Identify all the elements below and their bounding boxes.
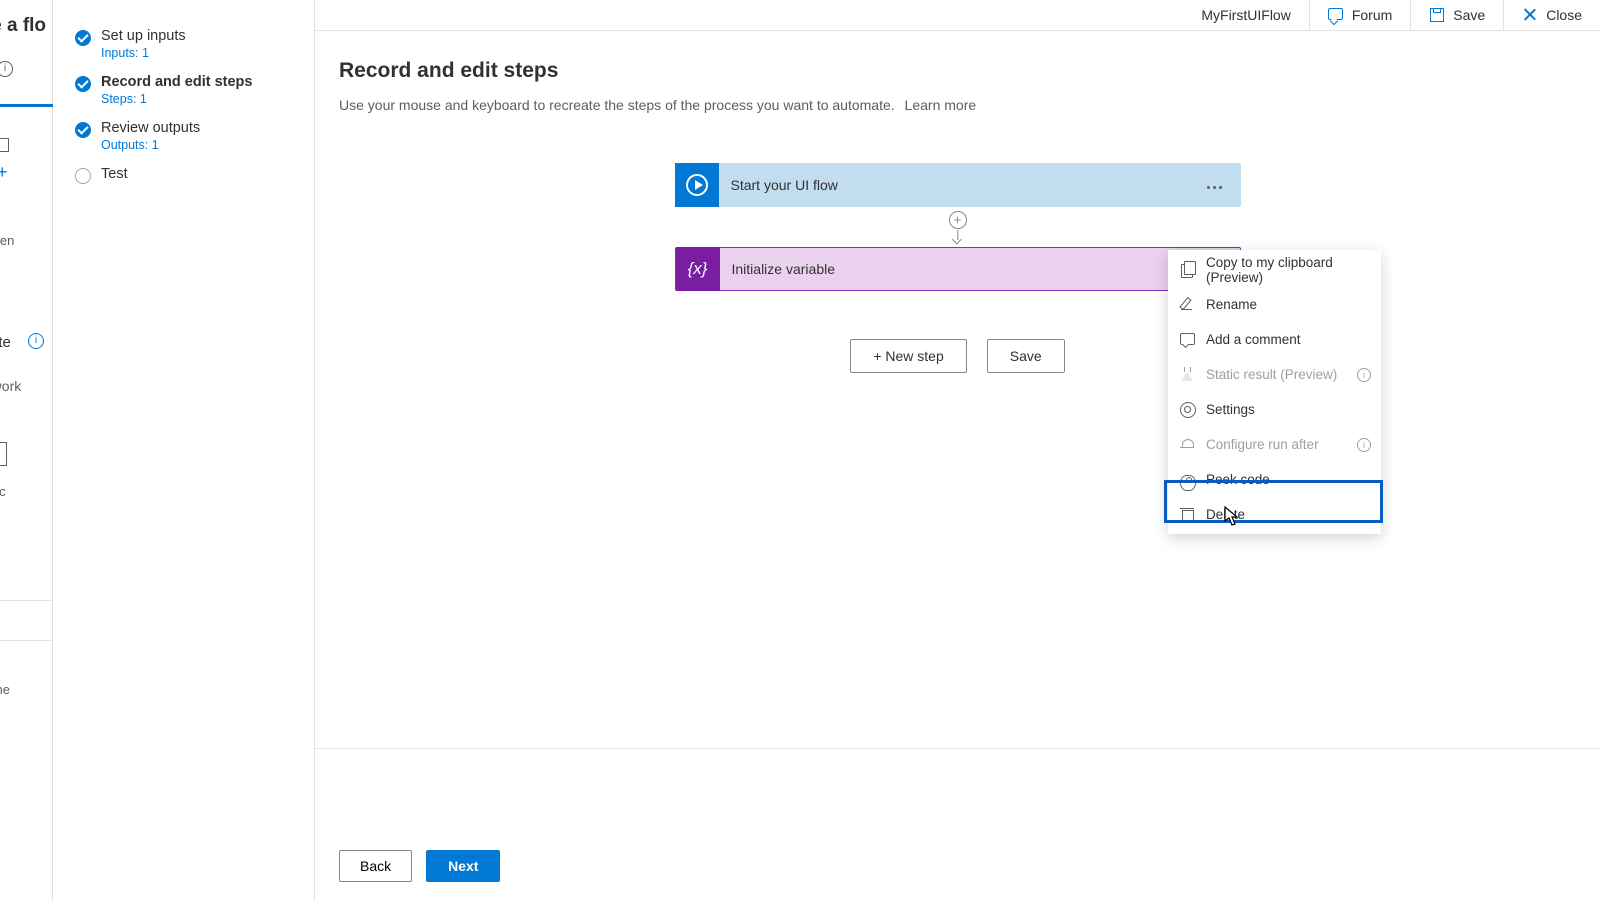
main-content: Record and edit steps Use your mouse and… bbox=[315, 30, 1600, 900]
menu-rename[interactable]: Rename bbox=[1168, 287, 1381, 322]
info-icon: i bbox=[28, 333, 44, 349]
menu-label: Peek code bbox=[1206, 472, 1270, 487]
top-toolbar: MyFirstUIFlow Forum Save Close bbox=[315, 0, 1600, 30]
menu-copy-clipboard[interactable]: Copy to my clipboard (Preview) bbox=[1168, 252, 1381, 287]
save-button[interactable]: Save bbox=[1411, 0, 1504, 30]
step-label: Set up inputs bbox=[101, 28, 298, 44]
step-label: Review outputs bbox=[101, 120, 298, 136]
wizard-step-setup-inputs[interactable]: Set up inputs Inputs: 1 bbox=[53, 22, 314, 68]
page-heading: Record and edit steps bbox=[315, 31, 1600, 83]
pencil-icon bbox=[1180, 297, 1196, 313]
footer-divider bbox=[315, 748, 1600, 749]
action-buttons-row: + New step Save bbox=[315, 339, 1600, 373]
arrow-down-icon bbox=[957, 230, 958, 240]
step-label: Test bbox=[101, 166, 298, 182]
panel-title-fragment: ake a flo bbox=[0, 15, 46, 37]
trash-icon bbox=[1180, 507, 1196, 523]
copy-icon bbox=[1180, 262, 1196, 278]
save-label: Save bbox=[1453, 7, 1485, 23]
action-card-start-ui-flow[interactable]: Start your UI flow bbox=[675, 163, 1241, 207]
forum-button[interactable]: Forum bbox=[1310, 0, 1411, 30]
circle-icon bbox=[75, 168, 91, 184]
plus-circle-icon[interactable]: + bbox=[949, 211, 967, 229]
text-fragment: mail attac bbox=[0, 484, 6, 499]
check-icon bbox=[75, 122, 91, 138]
menu-label: Static result (Preview) bbox=[1206, 367, 1337, 382]
card-more-button[interactable] bbox=[1195, 169, 1235, 201]
divider bbox=[0, 640, 53, 641]
menu-static-result: Static result (Preview) i bbox=[1168, 357, 1381, 392]
save-icon bbox=[1429, 7, 1445, 23]
variable-icon: {x} bbox=[676, 247, 720, 291]
text-fragment: e work bbox=[0, 378, 21, 394]
page-subtitle: Use your mouse and keyboard to recreate … bbox=[315, 83, 1600, 113]
menu-label: Settings bbox=[1206, 402, 1255, 417]
text-fragment: ate bbox=[0, 334, 11, 351]
menu-settings[interactable]: Settings bbox=[1168, 392, 1381, 427]
text-fragment: nated even bbox=[0, 233, 14, 248]
active-tab-indicator bbox=[0, 104, 53, 107]
card-title: Start your UI flow bbox=[719, 177, 1195, 193]
learn-more-link[interactable]: Learn more bbox=[905, 97, 977, 113]
close-label: Close bbox=[1546, 7, 1582, 23]
menu-delete[interactable]: Delete bbox=[1168, 497, 1381, 532]
play-icon bbox=[675, 163, 719, 207]
menu-configure-run-after: Configure run after i bbox=[1168, 427, 1381, 462]
wizard-step-record-edit[interactable]: Record and edit steps Steps: 1 bbox=[53, 68, 314, 114]
menu-add-comment[interactable]: Add a comment bbox=[1168, 322, 1381, 357]
divider bbox=[0, 600, 53, 601]
wizard-step-test[interactable]: Test bbox=[53, 160, 314, 190]
wizard-footer: Back Next bbox=[315, 850, 500, 882]
back-button[interactable]: Back bbox=[339, 850, 412, 882]
add-step-connector[interactable]: + bbox=[675, 207, 1241, 247]
step-sublabel: Outputs: 1 bbox=[101, 138, 298, 152]
info-icon: i bbox=[0, 61, 13, 77]
step-label: Record and edit steps bbox=[101, 74, 298, 90]
square-icon bbox=[0, 138, 9, 152]
flow-name: MyFirstUIFlow bbox=[1183, 0, 1309, 30]
gear-icon bbox=[1180, 402, 1196, 418]
card-title: Initialize variable bbox=[720, 261, 1194, 277]
close-button[interactable]: Close bbox=[1504, 0, 1600, 30]
close-icon bbox=[1522, 7, 1538, 23]
info-icon[interactable]: i bbox=[1357, 368, 1371, 382]
action-card-initialize-variable[interactable]: {x} Initialize variable bbox=[675, 247, 1241, 291]
comment-icon bbox=[1180, 332, 1196, 348]
eye-icon bbox=[1180, 475, 1196, 491]
flask-icon bbox=[1180, 367, 1196, 383]
info-icon[interactable]: i bbox=[1357, 438, 1371, 452]
forum-icon bbox=[1328, 7, 1344, 23]
menu-label: Add a comment bbox=[1206, 332, 1301, 347]
new-step-button[interactable]: + New step bbox=[850, 339, 966, 373]
check-icon bbox=[75, 76, 91, 92]
step-sublabel: Steps: 1 bbox=[101, 92, 298, 106]
save-flow-button[interactable]: Save bbox=[987, 339, 1065, 373]
step-sublabel: Inputs: 1 bbox=[101, 46, 298, 60]
forum-label: Forum bbox=[1352, 7, 1392, 23]
menu-label: Copy to my clipboard (Preview) bbox=[1206, 255, 1369, 285]
box-icon bbox=[0, 442, 7, 466]
plus-icon[interactable]: + bbox=[0, 162, 8, 183]
flow-canvas: Start your UI flow + {x} Initialize vari… bbox=[315, 151, 1600, 840]
menu-peek-code[interactable]: Peek code bbox=[1168, 462, 1381, 497]
wizard-step-review-outputs[interactable]: Review outputs Outputs: 1 bbox=[53, 114, 314, 160]
run-after-icon bbox=[1180, 437, 1196, 453]
next-button[interactable]: Next bbox=[426, 850, 500, 882]
cropped-left-panel: ake a flo i + nated even ate i e work ma… bbox=[0, 0, 53, 900]
subtitle-text: Use your mouse and keyboard to recreate … bbox=[339, 97, 895, 113]
wizard-steps-sidebar: Set up inputs Inputs: 1 Record and edit … bbox=[53, 0, 315, 900]
menu-label: Delete bbox=[1206, 507, 1245, 522]
menu-label: Rename bbox=[1206, 297, 1257, 312]
check-icon bbox=[75, 30, 91, 46]
action-context-menu: Copy to my clipboard (Preview) Rename Ad… bbox=[1168, 250, 1381, 534]
text-fragment: email a ne bbox=[0, 682, 10, 697]
menu-label: Configure run after bbox=[1206, 437, 1319, 452]
